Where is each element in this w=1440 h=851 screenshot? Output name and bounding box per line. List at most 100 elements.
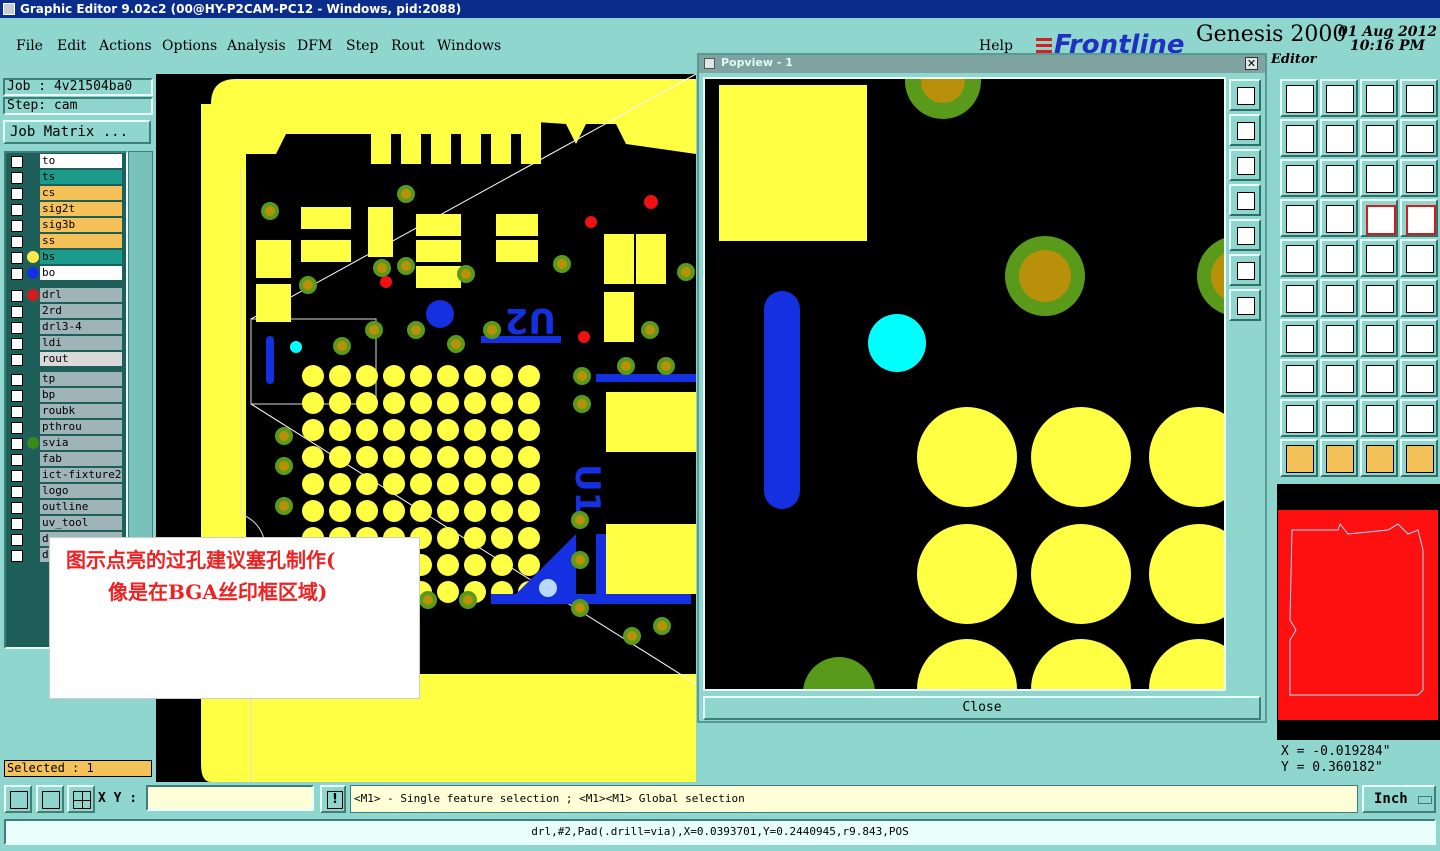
zoom-in-icon[interactable] <box>4 785 32 813</box>
grid-toggle-icon[interactable] <box>67 785 95 813</box>
layer-name[interactable]: svia <box>40 436 122 450</box>
layer-name[interactable]: logo <box>40 484 122 498</box>
layer-name[interactable]: sig3b <box>40 218 122 232</box>
layer-checkbox[interactable] <box>11 486 23 498</box>
layer-name[interactable]: fab <box>40 452 122 466</box>
snap-tool-button[interactable] <box>1360 199 1398 237</box>
copy-popview-button[interactable] <box>1229 79 1261 111</box>
minus-tool-button[interactable] <box>1320 359 1358 397</box>
layer-checkbox[interactable] <box>11 172 23 184</box>
pad-select-tool-button[interactable] <box>1280 239 1318 277</box>
layer-checkbox[interactable] <box>11 220 23 232</box>
up-arrow-tool-button[interactable] <box>1280 79 1318 117</box>
layer-checkbox[interactable] <box>11 338 23 350</box>
layer-row-drl[interactable]: drl <box>8 288 124 303</box>
layer-checkbox[interactable] <box>11 534 23 546</box>
layer-row-2rd[interactable]: 2rd <box>8 304 124 319</box>
layer-checkbox[interactable] <box>11 550 23 562</box>
ruler-tool-button[interactable] <box>1360 239 1398 277</box>
layer-checkbox[interactable] <box>11 236 23 248</box>
layer-name[interactable]: cs <box>40 186 122 200</box>
layer-checkbox[interactable] <box>11 204 23 216</box>
popview-close-icon[interactable]: ✕ <box>1245 57 1258 70</box>
menu-file[interactable]: File <box>16 38 43 54</box>
layer-checkbox[interactable] <box>11 322 23 334</box>
angle-tool-button[interactable] <box>1280 319 1318 357</box>
layer-checkbox[interactable] <box>11 252 23 264</box>
layer-row-outline[interactable]: outline <box>8 500 124 515</box>
layer-checkbox[interactable] <box>11 156 23 168</box>
layer-row-rout[interactable]: rout <box>8 352 124 367</box>
layer-checkbox[interactable] <box>11 502 23 514</box>
layer-checkbox[interactable] <box>11 454 23 466</box>
layer-row-sig2t[interactable]: sig2t <box>8 202 124 217</box>
layer-row-roubk[interactable]: roubk <box>8 404 124 419</box>
line-select-tool-button[interactable] <box>1360 279 1398 317</box>
layer-row-ts[interactable]: ts <box>8 170 124 185</box>
popview-close-button[interactable]: Close <box>703 696 1261 720</box>
layer-checkbox[interactable] <box>11 354 23 366</box>
layer-row-to[interactable]: to <box>8 154 124 169</box>
tri-tool-button[interactable] <box>1280 399 1318 437</box>
layer-row-pthrou[interactable]: pthrou <box>8 420 124 435</box>
node-tool-button[interactable] <box>1400 279 1438 317</box>
net-tool-button[interactable] <box>1280 279 1318 317</box>
layer-row-ict-fixture2[interactable]: ict-fixture2 <box>8 468 124 483</box>
right-arrow-tool-button[interactable] <box>1320 119 1358 157</box>
ratio-tool-button[interactable] <box>1360 159 1398 197</box>
menu-options[interactable]: Options <box>162 38 217 54</box>
box-tool-button[interactable] <box>1360 359 1398 397</box>
shape-tool-button[interactable] <box>1320 239 1358 277</box>
import-popview-button[interactable] <box>1229 184 1261 216</box>
cross-tool-button[interactable] <box>1320 279 1358 317</box>
menu-analysis[interactable]: Analysis <box>227 38 286 54</box>
tri2-tool-button[interactable] <box>1320 399 1358 437</box>
layer-row-ldi[interactable]: ldi <box>8 336 124 351</box>
zoom-box-icon[interactable] <box>36 785 64 813</box>
left-arrow-tool-button[interactable] <box>1280 119 1318 157</box>
tri4-tool-button[interactable] <box>1400 399 1438 437</box>
layer-row-bo[interactable]: bo <box>8 266 124 281</box>
layer-name[interactable]: ldi <box>40 336 122 350</box>
layer-checkbox[interactable] <box>11 406 23 418</box>
route-tool-button[interactable] <box>1400 439 1438 477</box>
measure-tool-button[interactable] <box>1280 199 1318 237</box>
popview-canvas[interactable] <box>703 77 1226 691</box>
layer-name[interactable]: ict-fixture2 <box>40 468 122 482</box>
layer-name[interactable]: drl <box>40 288 122 302</box>
units-select[interactable]: Inch <box>1362 785 1436 813</box>
layer-checkbox[interactable] <box>11 374 23 386</box>
zoom-back-tool-button[interactable] <box>1360 119 1398 157</box>
help-tool-button[interactable] <box>1400 159 1438 197</box>
layer-name[interactable]: uv_tool <box>40 516 122 530</box>
layer-row-cs[interactable]: cs <box>8 186 124 201</box>
menu-step[interactable]: Step <box>346 38 378 54</box>
layer-name[interactable]: bp <box>40 388 122 402</box>
layer-row-bs[interactable]: bs <box>8 250 124 265</box>
redraw-tool-button[interactable] <box>1400 119 1438 157</box>
pan-tool-button[interactable] <box>1320 159 1358 197</box>
layer-checkbox[interactable] <box>11 188 23 200</box>
alert-button[interactable]: ! <box>320 785 346 813</box>
job-matrix-button[interactable]: Job Matrix ... <box>3 120 151 144</box>
layer-name[interactable]: to <box>40 154 122 168</box>
layer-name[interactable]: sig2t <box>40 202 122 216</box>
layer-checkbox[interactable] <box>11 422 23 434</box>
export-popview-button[interactable] <box>1229 219 1261 251</box>
home-tool-button[interactable] <box>1360 79 1398 117</box>
xy-input[interactable] <box>146 785 314 811</box>
grid-tool-button[interactable] <box>1320 199 1358 237</box>
multi-tool-button[interactable] <box>1400 359 1438 397</box>
down-arrow-tool-button[interactable] <box>1320 79 1358 117</box>
layer-name[interactable]: outline <box>40 500 122 514</box>
zoom-fit-tool-button[interactable] <box>1280 159 1318 197</box>
pointer2-tool-button[interactable] <box>1320 439 1358 477</box>
layer-checkbox[interactable] <box>11 290 23 302</box>
layer-row-logo[interactable]: logo <box>8 484 124 499</box>
tri3-tool-button[interactable] <box>1360 399 1398 437</box>
upload-popview-button[interactable] <box>1229 114 1261 146</box>
menu-dfm[interactable]: DFM <box>297 38 332 54</box>
layer-row-fab[interactable]: fab <box>8 452 124 467</box>
layer-checkbox[interactable] <box>11 390 23 402</box>
layer-row-svia[interactable]: svia <box>8 436 124 451</box>
